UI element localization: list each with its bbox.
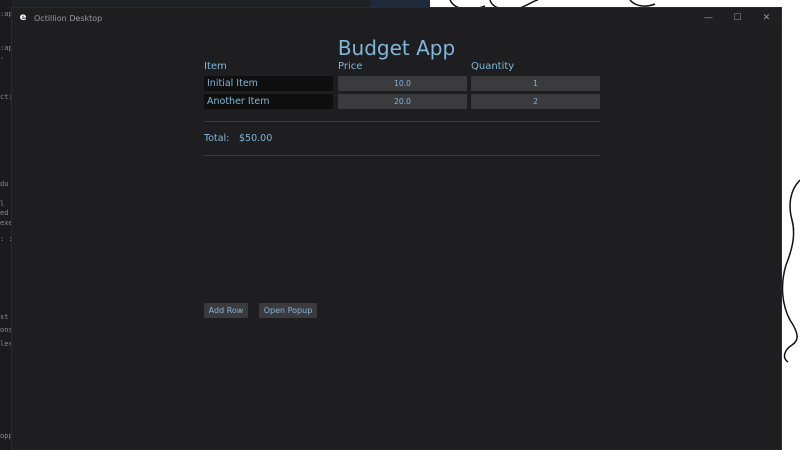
editor-fragment: st — [0, 313, 9, 321]
column-header-item: Item — [204, 61, 227, 72]
open-popup-button[interactable]: Open Popup — [259, 303, 317, 318]
close-button[interactable]: ✕ — [752, 8, 781, 28]
divider — [204, 155, 600, 156]
title-bar[interactable]: e Octillion Desktop — ☐ ✕ — [12, 8, 781, 28]
add-row-button[interactable]: Add Row — [204, 303, 248, 318]
window-controls: — ☐ ✕ — [694, 8, 781, 28]
maximize-button[interactable]: ☐ — [723, 8, 752, 28]
item-name-input[interactable]: Initial Item — [204, 76, 333, 91]
total-label: Total: — [204, 133, 230, 144]
editor-fragment: du — [0, 180, 9, 188]
column-header-price: Price — [338, 61, 363, 72]
quantity-input[interactable]: 1 — [471, 76, 600, 91]
window-title: Octillion Desktop — [34, 13, 103, 23]
price-input[interactable]: 20.0 — [338, 94, 467, 109]
editor-fragment: ' — [0, 56, 5, 64]
app-window: e Octillion Desktop — ☐ ✕ Budget App Ite… — [11, 7, 782, 450]
page-title: Budget App — [337, 36, 456, 60]
total-value: $50.00 — [239, 133, 273, 144]
app-content: Budget App Item Price Quantity Initial I… — [12, 28, 781, 449]
minimize-button[interactable]: — — [694, 8, 723, 28]
quantity-input[interactable]: 2 — [471, 94, 600, 109]
editor-fragment: ed — [0, 209, 9, 217]
column-header-quantity: Quantity — [471, 61, 515, 72]
price-input[interactable]: 10.0 — [338, 76, 467, 91]
editor-fragment: l — [0, 200, 5, 208]
item-name-input[interactable]: Another Item — [204, 94, 333, 109]
app-logo-icon: e — [19, 12, 27, 23]
divider — [204, 121, 600, 122]
